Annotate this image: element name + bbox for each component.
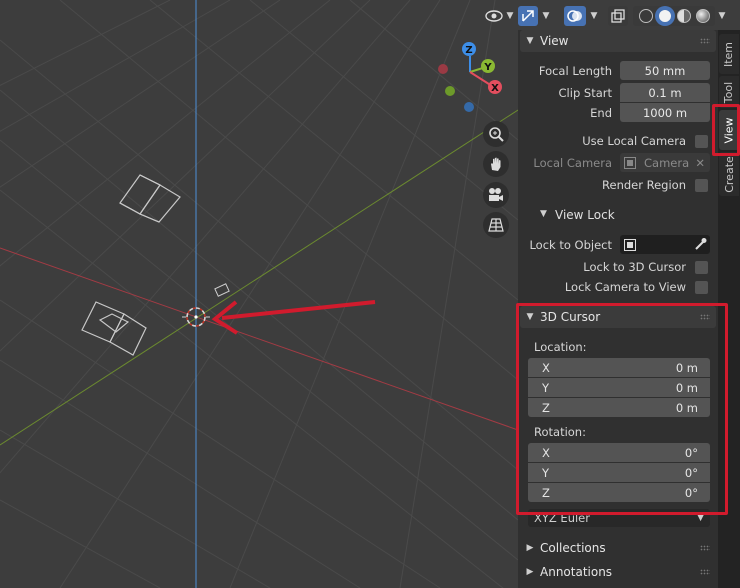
pan-hand-icon[interactable]	[483, 151, 509, 177]
expand-triangle-icon: ▼	[526, 312, 534, 322]
view-lock-title[interactable]: View Lock	[555, 208, 615, 222]
rotation-label: Rotation:	[534, 425, 586, 439]
location-label: Location:	[534, 340, 587, 354]
navigation-gizmo[interactable]: Z Y X	[438, 42, 502, 112]
local-camera-value: Camera	[644, 155, 690, 170]
drag-grip-icon[interactable]	[700, 545, 710, 551]
wireframe-shading-icon[interactable]	[638, 9, 653, 23]
svg-text:X: X	[491, 83, 499, 94]
use-local-camera-label: Use Local Camera	[582, 134, 686, 148]
rotation-mode-dropdown[interactable]: XYZ Euler ▼	[528, 509, 710, 527]
drag-grip-icon[interactable]	[700, 569, 710, 575]
overlay-dropdown-caret[interactable]: ▼	[588, 6, 600, 26]
clip-start-label: Clip Start	[558, 86, 612, 100]
solid-shading-icon[interactable]	[657, 9, 672, 23]
axis-value: 0 m	[675, 360, 698, 375]
tab-view[interactable]: View	[719, 110, 739, 150]
cursor-panel-title: 3D Cursor	[540, 310, 601, 324]
rotation-y-field[interactable]: Y 0°	[528, 463, 710, 482]
collections-panel-header[interactable]: ▶ Collections	[520, 537, 716, 559]
view-panel-title: View	[540, 34, 569, 48]
axis-label: Y	[542, 465, 550, 480]
collections-title: Collections	[540, 541, 606, 555]
axis-value: 0°	[684, 445, 698, 460]
annotations-title: Annotations	[540, 565, 613, 579]
lock-to-3d-cursor-label: Lock to 3D Cursor	[583, 260, 686, 274]
zoom-icon[interactable]	[483, 121, 509, 147]
svg-text:Y: Y	[483, 62, 492, 73]
camera-view-icon[interactable]	[483, 182, 509, 208]
tab-item[interactable]: Item	[719, 34, 739, 74]
use-local-camera-checkbox[interactable]	[695, 135, 708, 148]
shading-mode-group[interactable]	[633, 6, 715, 26]
axis-label: X	[542, 360, 550, 375]
svg-text:Z: Z	[465, 45, 472, 56]
local-camera-field: Camera ✕	[620, 153, 710, 172]
lock-to-object-field[interactable]	[620, 235, 710, 254]
drag-grip-icon[interactable]	[700, 314, 710, 320]
clip-end-label: End	[590, 106, 612, 120]
axis-label: Z	[542, 400, 550, 415]
tab-tool[interactable]: Tool	[719, 76, 739, 108]
lock-camera-to-view-checkbox[interactable]	[695, 281, 708, 294]
focal-length-label: Focal Length	[538, 64, 612, 78]
chevron-down-icon: ▼	[697, 513, 704, 523]
axis-label: Y	[542, 380, 550, 395]
axis-label: Z	[542, 485, 550, 500]
rotation-mode-value: XYZ Euler	[534, 511, 590, 525]
gizmo-toggle-icon[interactable]	[518, 6, 538, 26]
rotation-x-field[interactable]: X 0°	[528, 443, 710, 462]
rendered-shading-icon[interactable]	[695, 9, 710, 23]
viewport-grid: Z Y X	[0, 0, 518, 588]
collapsed-triangle-icon: ▶	[526, 567, 534, 577]
location-y-field[interactable]: Y 0 m	[528, 378, 710, 397]
lock-camera-to-view-label: Lock Camera to View	[564, 280, 686, 294]
clip-start-field[interactable]: 0.1 m	[620, 83, 710, 102]
focal-length-field[interactable]: 50 mm	[620, 61, 710, 80]
object-data-icon	[624, 238, 636, 251]
rotation-z-field[interactable]: Z 0°	[528, 483, 710, 502]
view-panel-header[interactable]: ▼ View	[520, 30, 716, 52]
camera-data-icon	[624, 156, 636, 169]
annotations-panel-header[interactable]: ▶ Annotations	[520, 561, 716, 583]
drag-grip-icon[interactable]	[700, 38, 710, 44]
sidebar-tabs: Item Tool View Create	[718, 30, 740, 588]
gizmo-dropdown-caret[interactable]: ▼	[540, 6, 552, 26]
render-region-label: Render Region	[602, 178, 686, 192]
shading-dropdown-caret[interactable]: ▼	[716, 6, 728, 26]
axis-label: X	[542, 445, 550, 460]
xray-icon[interactable]	[608, 6, 628, 26]
clear-x-icon: ✕	[695, 155, 705, 170]
lock-to-object-label: Lock to Object	[529, 238, 612, 252]
overlay-icon[interactable]	[564, 6, 586, 26]
annotation-arrow	[211, 300, 376, 335]
axis-value: 0 m	[675, 380, 698, 395]
clip-end-field[interactable]: 1000 m	[620, 103, 710, 122]
axis-value: 0°	[684, 465, 698, 480]
visibility-eye-icon[interactable]	[484, 6, 504, 26]
visibility-dropdown-caret[interactable]: ▼	[504, 6, 516, 26]
3d-viewport[interactable]: Z Y X	[0, 0, 518, 588]
collapsed-triangle-icon: ▶	[526, 543, 534, 553]
location-z-field[interactable]: Z 0 m	[528, 398, 710, 417]
expand-triangle-icon: ▼	[526, 36, 534, 46]
perspective-grid-icon[interactable]	[483, 212, 509, 238]
lock-to-3d-cursor-checkbox[interactable]	[695, 261, 708, 274]
wire-object-lower[interactable]	[81, 301, 147, 356]
axis-value: 0°	[684, 485, 698, 500]
eyedropper-icon[interactable]	[693, 237, 707, 254]
cursor-panel-header[interactable]: ▼ 3D Cursor	[520, 306, 716, 328]
material-shading-icon[interactable]	[676, 9, 691, 23]
light-object[interactable]	[214, 283, 230, 297]
view-lock-triangle-icon[interactable]: ▼	[540, 209, 547, 219]
tab-create[interactable]: Create	[719, 152, 739, 196]
local-camera-label: Local Camera	[533, 156, 612, 170]
location-x-field[interactable]: X 0 m	[528, 358, 710, 377]
render-region-checkbox[interactable]	[695, 179, 708, 192]
axis-value: 0 m	[675, 400, 698, 415]
